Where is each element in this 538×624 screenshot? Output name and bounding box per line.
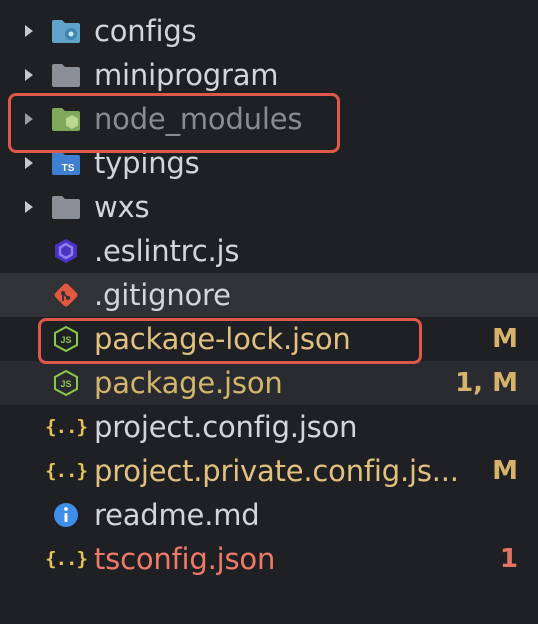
nodejs-icon: JS	[50, 323, 82, 355]
tree-item-gitignore[interactable]: .gitignore	[0, 273, 538, 317]
tree-item-package-lock[interactable]: JS package-lock.json M	[0, 317, 538, 361]
tree-item-label: configs	[94, 14, 197, 48]
tree-item-configs[interactable]: configs	[0, 9, 538, 53]
folder-node-icon	[50, 103, 82, 135]
svg-text:JS: JS	[60, 379, 71, 389]
tree-item-label: project.config.json	[94, 410, 358, 444]
tree-item-node-modules[interactable]: node_modules	[0, 97, 538, 141]
tree-item-eslintrc[interactable]: .eslintrc.js	[0, 229, 538, 273]
git-status-badge: M	[492, 456, 518, 486]
json-icon: {..}	[45, 416, 88, 438]
folder-config-icon	[50, 15, 82, 47]
git-status-badge: M	[492, 324, 518, 354]
tree-item-label: .gitignore	[94, 278, 231, 312]
tree-item-label: tsconfig.json	[94, 542, 276, 576]
json-icon: {..}	[45, 548, 88, 570]
chevron-right-icon[interactable]	[25, 157, 33, 169]
folder-icon	[50, 191, 82, 223]
git-icon	[50, 279, 82, 311]
tree-item-label: package-lock.json	[94, 322, 351, 356]
chevron-right-icon[interactable]	[25, 201, 33, 213]
svg-text:TS: TS	[62, 163, 75, 174]
tree-item-wxs[interactable]: wxs	[0, 185, 538, 229]
chevron-right-icon[interactable]	[25, 25, 33, 37]
chevron-right-icon[interactable]	[25, 113, 33, 125]
tree-item-label: node_modules	[94, 102, 303, 136]
info-icon	[50, 499, 82, 531]
tree-item-readme[interactable]: readme.md	[0, 493, 538, 537]
chevron-right-icon[interactable]	[25, 69, 33, 81]
tree-item-project-private-config[interactable]: {..} project.private.config.js... M	[0, 449, 538, 493]
json-icon: {..}	[45, 460, 88, 482]
eslint-icon	[50, 235, 82, 267]
tree-item-label: readme.md	[94, 498, 260, 532]
folder-icon	[50, 59, 82, 91]
tree-item-tsconfig[interactable]: {..} tsconfig.json 1	[0, 537, 538, 581]
error-count-badge: 1	[499, 544, 518, 574]
git-status-badge: 1, M	[455, 368, 518, 398]
nodejs-icon: JS	[50, 367, 82, 399]
tree-item-label: project.private.config.js...	[94, 454, 459, 488]
tree-item-package-json[interactable]: JS package.json 1, M	[0, 361, 538, 405]
tree-item-label: .eslintrc.js	[94, 234, 240, 268]
tree-item-project-config[interactable]: {..} project.config.json	[0, 405, 538, 449]
file-explorer: configs miniprogram node_modules TS typi…	[0, 0, 538, 624]
tree-item-miniprogram[interactable]: miniprogram	[0, 53, 538, 97]
tree-item-label: typings	[94, 146, 200, 180]
svg-text:JS: JS	[60, 335, 71, 345]
folder-typescript-icon: TS	[50, 147, 82, 179]
tree-item-label: package.json	[94, 366, 283, 400]
tree-item-label: miniprogram	[94, 58, 279, 92]
tree-item-label: wxs	[94, 190, 150, 224]
tree-item-typings[interactable]: TS typings	[0, 141, 538, 185]
